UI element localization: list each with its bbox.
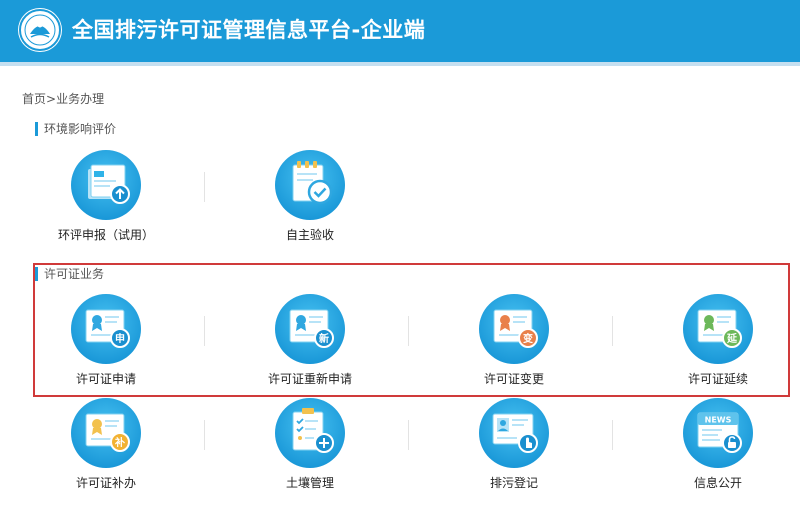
document-upload-icon	[71, 150, 141, 220]
certificate-apply-icon: 申	[71, 294, 141, 364]
badge-text: 延	[726, 332, 738, 345]
checklist-checkmark-icon	[275, 150, 345, 220]
tile-divider	[204, 172, 205, 202]
badge-text: 新	[319, 332, 329, 345]
tile-label: 排污登记	[489, 476, 538, 490]
certificate-extend-icon: 延	[683, 294, 753, 364]
section-title-eia: 环境影响评价	[35, 122, 116, 136]
tile-label: 信息公开	[693, 476, 742, 490]
badge-text: 变	[523, 332, 533, 345]
soil-management-icon	[275, 398, 345, 468]
tile-soil-management[interactable]: 土壤管理	[240, 398, 380, 505]
badge-text: 申	[115, 332, 125, 345]
tile-self-acceptance[interactable]: 自主验收	[240, 150, 380, 260]
tile-label: 自主验收	[285, 228, 334, 242]
discharge-registration-icon	[479, 398, 549, 468]
tile-discharge-registration[interactable]: 排污登记	[444, 398, 584, 505]
news-disclosure-icon: NEWS	[683, 398, 753, 468]
tile-license-reapplication[interactable]: 新 许可证重新申请	[240, 294, 380, 404]
tile-label: 土壤管理	[285, 476, 334, 490]
tile-divider	[204, 420, 205, 450]
tile-divider	[612, 316, 613, 346]
certificate-change-icon: 变	[479, 294, 549, 364]
breadcrumb-separator: >	[46, 92, 57, 106]
tile-license-extension[interactable]: 延 许可证延续	[648, 294, 788, 404]
environmental-protection-emblem-icon[interactable]	[18, 8, 62, 52]
tile-divider	[408, 316, 409, 346]
app-title: 全国排污许可证管理信息平台-企业端	[72, 18, 426, 42]
news-label: NEWS	[705, 416, 732, 425]
tile-label: 许可证补办	[75, 476, 136, 490]
tile-license-change[interactable]: 变 许可证变更	[444, 294, 584, 404]
certificate-reissue-icon: 补	[71, 398, 141, 468]
breadcrumb-current: 业务办理	[56, 92, 105, 106]
breadcrumb: 首页>业务办理	[22, 90, 104, 107]
tile-eia-declaration[interactable]: 环评申报（试用）	[36, 150, 176, 260]
tile-label: 许可证申请	[75, 372, 136, 386]
header-divider	[0, 62, 800, 66]
tile-divider	[204, 316, 205, 346]
tile-divider	[612, 420, 613, 450]
tile-label: 许可证重新申请	[267, 372, 352, 386]
badge-text: 补	[114, 436, 125, 449]
certificate-reapply-icon: 新	[275, 294, 345, 364]
app-header: 全国排污许可证管理信息平台-企业端	[0, 0, 800, 62]
tile-license-application[interactable]: 申 许可证申请	[36, 294, 176, 404]
tile-information-disclosure[interactable]: NEWS 信息公开	[648, 398, 788, 505]
tile-label: 环评申报（试用）	[57, 228, 154, 242]
tile-license-reissue[interactable]: 补 许可证补办	[36, 398, 176, 505]
tile-label: 许可证变更	[483, 372, 544, 386]
tile-divider	[408, 420, 409, 450]
tile-label: 许可证延续	[687, 372, 748, 386]
breadcrumb-home-link[interactable]: 首页	[22, 92, 46, 106]
section-title-license: 许可证业务	[35, 267, 104, 281]
